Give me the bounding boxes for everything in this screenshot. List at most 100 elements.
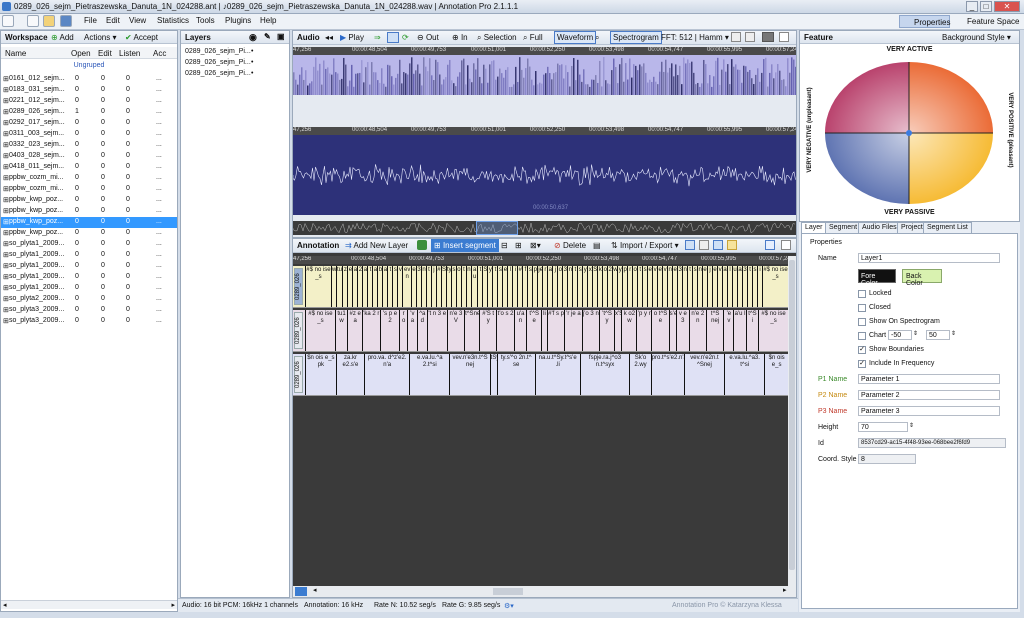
tab-layer[interactable]: Layer (801, 222, 827, 233)
annotation-segment[interactable]: x'S (613, 310, 621, 351)
col-name[interactable]: Name (5, 49, 26, 58)
annotation-segment[interactable]: fspje.ra.j^o3 n.t^syx (579, 354, 630, 395)
workspace-row[interactable]: ⊞ so_plyta2_2009... 0 0 0... (1, 294, 177, 305)
view-icon-1[interactable] (685, 240, 695, 250)
chart-checkbox[interactable] (858, 332, 866, 340)
back-color-button[interactable]: Back Color (902, 269, 942, 287)
p3-field[interactable]: Parameter 3 (858, 406, 1000, 416)
menu-help[interactable]: Help (260, 16, 276, 25)
workspace-row[interactable]: ⊞ so_plyta1_2009... 0 0 0... (1, 250, 177, 261)
view-icon-2[interactable] (713, 240, 723, 250)
annotation-segment[interactable]: #$ no ise _s (762, 266, 788, 307)
link-icon[interactable] (699, 240, 709, 250)
tab-audio-files[interactable]: Audio Files (858, 222, 901, 233)
annotation-segment[interactable]: j'o 3 n (581, 310, 599, 351)
annotation-tier-3[interactable]: 0289_026 $n ois e_s pk za.kr e2.s'e pro.va… (293, 354, 788, 396)
annotation-segment[interactable]: 'r je a (564, 310, 581, 351)
hscroll-left-icon[interactable]: ◂ (313, 586, 317, 594)
workspace-row[interactable]: ⊞ so_plyta3_2009... 0 0 0... (1, 305, 177, 316)
annotation-segment[interactable]: $n ois e_s pk (305, 354, 336, 395)
menu-view[interactable]: View (129, 16, 146, 25)
annotation-segment[interactable]: a'u l (733, 310, 745, 351)
annotation-segment[interactable]: o t^S e (651, 310, 668, 351)
workspace-row[interactable]: ⊞ ppbw_kwp_poz... 0 0 0... (1, 206, 177, 217)
waveform-toggle[interactable]: Waveform (554, 31, 597, 44)
annotation-segment[interactable]: #$ no ise _s (305, 310, 335, 351)
annotation-segment[interactable]: n'e 3 V (446, 310, 464, 351)
annotation-segment[interactable]: e.va.lu.^a 2.t^si (409, 354, 449, 395)
visibility-icon[interactable]: ◉ (249, 32, 257, 43)
play-button[interactable]: ▶ Play (340, 33, 364, 42)
overview-selection-handle[interactable] (476, 221, 518, 235)
search-icon[interactable]: ⌕ (595, 33, 599, 43)
annotation-segment[interactable]: ^a d (416, 310, 427, 351)
annotation-segment[interactable]: 'p y r (636, 310, 651, 351)
workspace-row[interactable]: ⊞ 0289_026_sejm... 1 0 0... (1, 107, 177, 118)
show-boundaries-checkbox[interactable]: ✓ (858, 346, 866, 354)
zoom-in-button[interactable]: ⊕ In (452, 33, 468, 42)
accept-button[interactable]: ✔ Accept (125, 33, 158, 42)
expand-icon[interactable]: ⊞ (3, 262, 9, 270)
expand-icon[interactable]: ⊞ (3, 218, 9, 226)
workspace-row[interactable]: ⊞ ppbw_kwp_poz... 0 0 0... (1, 228, 177, 239)
annotation-segment[interactable]: tSy (489, 354, 497, 395)
name-field[interactable]: Layer1 (858, 253, 1000, 263)
menu-tools[interactable]: Tools (196, 16, 215, 25)
waveform-view[interactable]: 00:00:50,637 (292, 135, 796, 215)
expand-icon[interactable]: ⊞ (3, 86, 9, 94)
feature-space-ellipse[interactable] (824, 60, 994, 206)
expand-icon[interactable]: ⊞ (3, 240, 9, 248)
annotation-segment[interactable]: #'S t y (479, 310, 496, 351)
annotation-segment[interactable]: ty.s'^o 2n.t^ se (496, 354, 535, 395)
workspace-row[interactable]: ⊞ ppbw_kwp_poz... 0 0 0... (1, 195, 177, 206)
properties-toggle[interactable]: Properties (899, 15, 950, 28)
menu-plugins[interactable]: Plugins (225, 16, 251, 25)
spectrogram-toggle[interactable]: Spectrogram (610, 31, 662, 44)
include-in-frequency-checkbox[interactable]: ✓ (858, 360, 866, 368)
menu-edit[interactable]: Edit (106, 16, 120, 25)
rewind-icon[interactable]: ◂◂ (325, 33, 333, 42)
chart-min-field[interactable]: -50 (888, 330, 912, 340)
split-icon[interactable]: ⊟ (501, 241, 508, 250)
expand-icon[interactable]: ⊞ (3, 174, 9, 182)
feature-point[interactable] (906, 130, 912, 136)
annotation-segment[interactable]: u'a n (513, 310, 526, 351)
expand-icon[interactable]: ⊞ (3, 284, 9, 292)
col-edit[interactable]: Edit (98, 49, 112, 58)
annotation-segment[interactable]: tu1 w (334, 310, 347, 351)
forward-arrow-icon[interactable]: ⇒ (374, 33, 381, 42)
tab-segment[interactable]: Segment (825, 222, 862, 233)
add-layer-button[interactable]: ⇉ Add New Layer (345, 241, 408, 250)
edit-icon[interactable] (727, 240, 737, 250)
workspace-scrollbar[interactable]: ◂ ▸ (1, 600, 177, 609)
zoom-selection-button[interactable]: ⌕ Selection (477, 33, 517, 43)
save-icon[interactable] (60, 15, 72, 27)
expand-icon[interactable]: ⊞ (3, 295, 9, 303)
lock-icon[interactable]: ▣ (277, 32, 285, 41)
annotation-segment[interactable]: k o2 w (621, 310, 636, 351)
annotation-tier-1[interactable]: 0289_026 #$ no ise _swtu1zea2atabatsvev … (293, 266, 788, 308)
annotation-segment[interactable]: za.kr e2.s'e (335, 354, 364, 395)
workspace-row[interactable]: ⊞ 0221_012_sejm... 0 0 0... (1, 96, 177, 107)
closed-checkbox[interactable] (858, 304, 866, 312)
workspace-row[interactable]: ⊞ 0161_012_sejm... 0 0 0... (1, 74, 177, 85)
import-export-dropdown[interactable]: ⇅ Import / Export ▾ (611, 241, 679, 250)
menu-statistics[interactable]: Statistics (157, 16, 189, 25)
zoom-out-button[interactable]: ⊖ Out (417, 33, 439, 42)
annotation-segment[interactable]: 't n 3 e (426, 310, 447, 351)
annotation-segment[interactable]: na.u.t^Sy.t^s'e .li (534, 354, 580, 395)
workspace-row[interactable]: ⊞ so_plyta3_2009... 0 0 0... (1, 316, 177, 327)
app-menu-icon[interactable] (2, 15, 14, 27)
scroll-home-icon[interactable] (295, 587, 307, 596)
layer-item[interactable]: 0289_026_sejm_Pi... • (181, 58, 289, 69)
workspace-row[interactable]: ⊞ ppbw_cozm_mi... 0 0 0... (1, 173, 177, 184)
annotation-segment[interactable]: v e 3 (676, 310, 688, 351)
workspace-row[interactable]: ⊞ so_plyta1_2009... 0 0 0... (1, 272, 177, 283)
actions-dropdown[interactable]: Actions ▾ (84, 33, 116, 42)
annotation-segment[interactable]: t^S nej (705, 310, 723, 351)
annotation-hscrollbar[interactable]: ◂ ▸ (293, 586, 796, 597)
annotation-segment[interactable]: 'e v (723, 310, 733, 351)
annotation-tier-2[interactable]: 0289_026 #$ no ise _s tu1 w #z e a'ka 2 r '… (293, 310, 788, 352)
camera-icon[interactable] (762, 32, 774, 42)
annotation-segment[interactable]: s'e (668, 310, 676, 351)
